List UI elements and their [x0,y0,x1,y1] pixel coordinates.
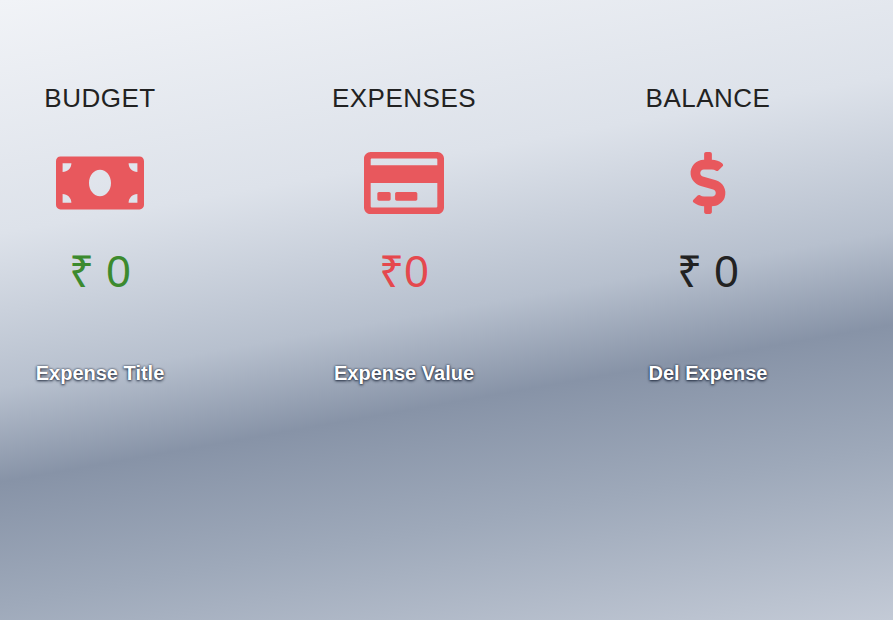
column-label: Expense Title [0,360,200,386]
card-title: BUDGET [44,82,155,114]
card-icon-box [677,152,739,214]
budget-icon [56,139,144,227]
expense-list-header: Expense Title Expense Value Del Expense [0,360,893,386]
card-amount: ₹ 0 [69,246,131,298]
column-label: Del Expense [608,360,808,386]
budget-card: BUDGET ₹ 0 [0,82,200,298]
balance-card: BALANCE ₹ 0 [608,82,808,298]
balance-icon [677,152,739,214]
card-icon-box [364,152,444,214]
card-title: EXPENSES [332,82,476,114]
summary-cards: BUDGET ₹ 0 EXPENSES ₹0 BALANCE ₹ 0 [0,82,893,298]
card-amount: ₹0 [379,246,428,298]
card-amount: ₹ 0 [677,246,739,298]
column-label: Expense Value [304,360,504,386]
background-photo: BUDGET ₹ 0 EXPENSES ₹0 BALANCE ₹ 0 Expense Tit… [0,0,893,620]
expenses-icon [364,143,444,223]
expenses-card: EXPENSES ₹0 [304,82,504,298]
card-title: BALANCE [646,82,771,114]
card-icon-box [56,152,144,214]
